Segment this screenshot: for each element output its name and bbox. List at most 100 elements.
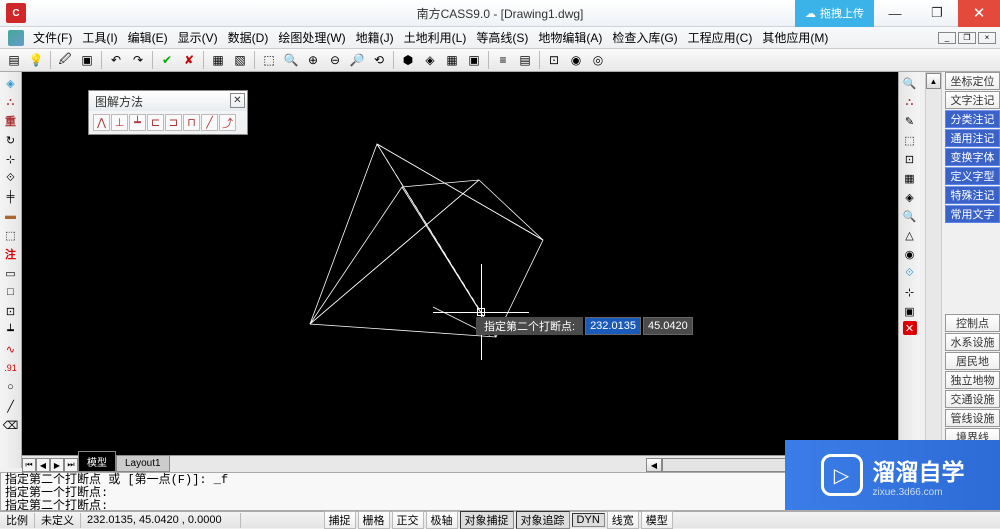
tool-icon[interactable]: ╪: [2, 188, 20, 206]
tool-icon[interactable]: ⊹: [901, 283, 919, 301]
rectangle-icon[interactable]: ▭: [2, 264, 20, 282]
tab-nav-last[interactable]: ⏭: [64, 458, 78, 472]
tool-icon[interactable]: ≡: [493, 50, 513, 70]
menu-engineering[interactable]: 工程应用(C): [683, 27, 758, 48]
menu-land[interactable]: 土地利用(L): [399, 27, 472, 48]
maximize-button[interactable]: ❐: [916, 0, 958, 27]
tool-icon[interactable]: ⊡: [544, 50, 564, 70]
panel-btn[interactable]: 居民地: [945, 352, 1000, 370]
tool-icon[interactable]: △: [901, 226, 919, 244]
tool-icon[interactable]: ⬚: [2, 226, 20, 244]
doc-restore[interactable]: ❐: [958, 32, 976, 44]
tab-nav-next[interactable]: ▶: [50, 458, 64, 472]
tool-icon[interactable]: ◎: [588, 50, 608, 70]
scroll-up-icon[interactable]: ▲: [926, 73, 941, 89]
ft-tool-icon[interactable]: ⊥: [111, 114, 128, 131]
panel-btn[interactable]: 常用文字: [945, 205, 1000, 223]
ft-tool-icon[interactable]: ⤴: [219, 114, 236, 131]
panel-btn[interactable]: 通用注记: [945, 129, 1000, 147]
menu-contour[interactable]: 等高线(S): [471, 27, 533, 48]
ft-tool-icon[interactable]: ⊓: [183, 114, 200, 131]
menu-view[interactable]: 显示(V): [173, 27, 223, 48]
status-osnap[interactable]: 对象捕捉: [460, 511, 514, 529]
tab-nav-first[interactable]: ⏮: [22, 458, 36, 472]
tab-model[interactable]: 模型: [78, 451, 116, 472]
tool-icon[interactable]: ⊡: [2, 302, 20, 320]
dyn-x-field[interactable]: 232.0135: [585, 317, 641, 335]
panel-btn[interactable]: 独立地物: [945, 371, 1000, 389]
status-dyn[interactable]: DYN: [572, 513, 605, 527]
tool-icon[interactable]: ✎: [901, 112, 919, 130]
rectangle-icon[interactable]: □: [2, 283, 20, 301]
tool-icon[interactable]: 🖉: [55, 50, 75, 70]
canvas-vscroll[interactable]: ▲ ▼: [925, 72, 942, 468]
panel-btn[interactable]: 变换字体: [945, 148, 1000, 166]
status-snap[interactable]: 捕捉: [324, 511, 356, 529]
dyn-y-field[interactable]: 45.0420: [643, 317, 693, 335]
close-button[interactable]: ✕: [958, 0, 1000, 27]
tool-icon[interactable]: ⬢: [398, 50, 418, 70]
tool-icon[interactable]: ▣: [901, 302, 919, 320]
minimize-button[interactable]: —: [874, 0, 916, 27]
menu-draw[interactable]: 绘图处理(W): [273, 27, 350, 48]
panel-btn[interactable]: 坐标定位: [945, 72, 1000, 90]
tool-icon[interactable]: ▦: [208, 50, 228, 70]
zoom-out-icon[interactable]: ⊖: [325, 50, 345, 70]
circle-icon[interactable]: ○: [2, 378, 20, 396]
tool-icon[interactable]: ◈: [901, 188, 919, 206]
menu-data[interactable]: 数据(D): [223, 27, 274, 48]
panel-btn[interactable]: 管线设施: [945, 409, 1000, 427]
layers-icon[interactable]: ▤: [4, 50, 24, 70]
tool-icon[interactable]: ▧: [230, 50, 250, 70]
panel-btn[interactable]: 定义字型: [945, 167, 1000, 185]
menu-feature[interactable]: 地物编辑(A): [533, 27, 607, 48]
annotation-icon[interactable]: 注: [2, 245, 20, 263]
tool-icon[interactable]: 🔍: [901, 207, 919, 225]
tool-icon[interactable]: ∿: [2, 340, 20, 358]
float-title[interactable]: 图解方法 ✕: [89, 91, 247, 111]
cancel-icon[interactable]: ✘: [179, 50, 199, 70]
ft-tool-icon[interactable]: ⊏: [147, 114, 164, 131]
tool-icon[interactable]: ⊹: [2, 150, 20, 168]
tab-layout1[interactable]: Layout1: [116, 455, 170, 472]
tool-icon[interactable]: ◈: [2, 74, 20, 92]
hscroll-left[interactable]: ◀: [646, 458, 662, 472]
zoom-in-icon[interactable]: ⊕: [303, 50, 323, 70]
bulb-icon[interactable]: 💡: [26, 50, 46, 70]
zoom-realtime-icon[interactable]: 🔎: [347, 50, 367, 70]
tool-icon[interactable]: .91: [2, 359, 20, 377]
tool-icon[interactable]: ◈: [420, 50, 440, 70]
status-otrack[interactable]: 对象追踪: [516, 511, 570, 529]
upload-button[interactable]: ☁拖拽上传: [795, 0, 874, 27]
cass-icon[interactable]: [8, 30, 24, 46]
tool-icon[interactable]: ▤: [515, 50, 535, 70]
zoom-prev-icon[interactable]: ⟲: [369, 50, 389, 70]
tool-icon[interactable]: ▦: [442, 50, 462, 70]
tool-icon[interactable]: ▬: [2, 207, 20, 225]
close-red-icon[interactable]: ✕: [903, 321, 917, 335]
menu-check[interactable]: 检查入库(G): [607, 27, 682, 48]
status-grid[interactable]: 栅格: [358, 511, 390, 529]
tool-icon[interactable]: ⊡: [901, 150, 919, 168]
float-close-button[interactable]: ✕: [230, 93, 245, 108]
status-model[interactable]: 模型: [641, 511, 673, 529]
undo-icon[interactable]: ↶: [106, 50, 126, 70]
tool-icon[interactable]: ⟐: [2, 169, 20, 187]
ft-tool-icon[interactable]: ╱: [201, 114, 218, 131]
tool-icon[interactable]: ◉: [566, 50, 586, 70]
tool-icon[interactable]: ▦: [901, 169, 919, 187]
panel-btn[interactable]: 控制点: [945, 314, 1000, 332]
zoom-icon[interactable]: 🔍: [901, 74, 919, 92]
check-icon[interactable]: ✔: [157, 50, 177, 70]
rotate-icon[interactable]: ↻: [2, 131, 20, 149]
doc-close[interactable]: ×: [978, 32, 996, 44]
tool-icon[interactable]: ▣: [464, 50, 484, 70]
line-icon[interactable]: ╱: [2, 397, 20, 415]
tool-icon[interactable]: ⟐: [901, 264, 919, 282]
status-ortho[interactable]: 正交: [392, 511, 424, 529]
tool-icon[interactable]: ▣: [77, 50, 97, 70]
status-lwt[interactable]: 线宽: [607, 511, 639, 529]
menu-cadastre[interactable]: 地籍(J): [351, 27, 399, 48]
panel-btn[interactable]: 文字注记: [945, 91, 1000, 109]
tab-nav-prev[interactable]: ◀: [36, 458, 50, 472]
